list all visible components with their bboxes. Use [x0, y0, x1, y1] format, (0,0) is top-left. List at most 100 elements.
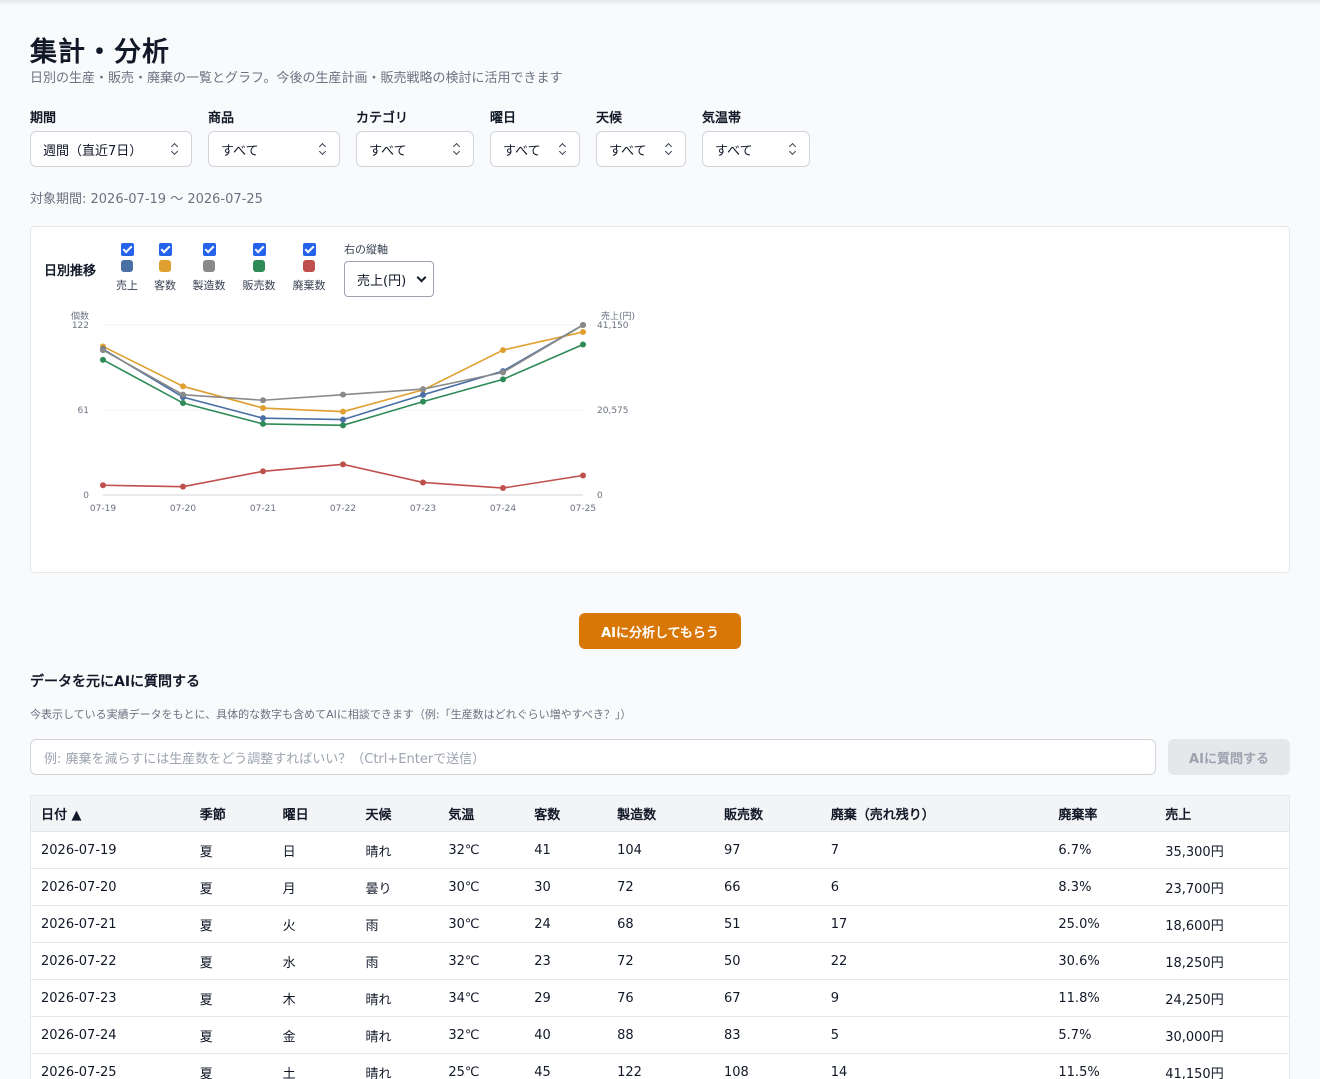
temperature-select-value: すべて [715, 143, 753, 159]
x-axis-tick: 07-25 [570, 504, 596, 514]
data-point [340, 461, 346, 468]
filter-period: 期間 週間（直近7日） [30, 110, 192, 167]
data-point [420, 479, 426, 486]
series-line-4 [102, 463, 584, 489]
column-header[interactable]: 廃棄率 [1048, 804, 1155, 823]
table-cell: 土 [282, 1066, 296, 1079]
weekday-select[interactable]: すべて [490, 131, 580, 167]
data-point [180, 391, 186, 398]
table-cell: 夏 [199, 918, 213, 934]
filter-weekday-label: 曜日 [490, 111, 517, 126]
data-point [500, 376, 506, 383]
table-cell: 11.8% [1058, 990, 1100, 1006]
table-cell: 23 [534, 953, 551, 969]
ai-analyze-button[interactable]: AIに分析してもらう [579, 613, 741, 649]
right-axis-tick: 0 [597, 491, 603, 501]
table-cell: 68 [617, 916, 634, 932]
table-cell: 晴れ [365, 844, 392, 860]
data-point [180, 483, 186, 490]
table-cell: 11.5% [1058, 1064, 1100, 1079]
right-axis-tick: 41,150 [597, 321, 629, 331]
column-header[interactable]: 季節 [190, 804, 273, 823]
data-point [580, 341, 586, 348]
table-cell: 23,700円 [1165, 881, 1224, 897]
weather-select[interactable]: すべて [596, 131, 686, 167]
column-header[interactable]: 製造数 [607, 804, 714, 823]
column-header[interactable]: 天候 [355, 804, 438, 823]
table-cell: 夏 [199, 1066, 213, 1079]
column-header[interactable]: 気温 [438, 804, 524, 823]
sort-date-header[interactable]: 日付 ▲ [31, 804, 190, 823]
table-cell: 50 [723, 953, 741, 969]
product-select[interactable]: すべて [208, 131, 340, 167]
weather-select-value: すべて [609, 143, 647, 159]
data-point [340, 391, 346, 398]
temperature-select[interactable]: すべて [702, 131, 810, 167]
table-cell: 晴れ [365, 1029, 392, 1045]
table-cell: 2026-07-19 [41, 842, 117, 858]
data-point [340, 416, 346, 423]
table-cell: 35,300円 [1165, 844, 1224, 860]
ask-ai-hint: 今表示している実績データをもとに、具体的な数字も含めてAIに相談できます（例:「… [30, 708, 632, 721]
category-select[interactable]: すべて [356, 131, 474, 167]
column-header[interactable]: 売上 [1155, 804, 1289, 823]
table-cell: 2026-07-24 [41, 1027, 117, 1043]
table-cell: 月 [282, 881, 296, 897]
table-cell: 2026-07-23 [41, 990, 117, 1006]
table-cell: 金 [282, 1029, 296, 1045]
table-cell: 108 [723, 1064, 749, 1079]
daily-data-table: 日付 ▲ 季節 曜日 天候 気温 客数 製造数 販売数 廃棄（売れ残り） 廃棄率 売上 2026-0… [30, 795, 1290, 1079]
table-cell: 火 [282, 918, 296, 934]
table-row: 2026-07-19 夏 日 晴れ 32℃ 41 104 97 7 6.7% 35,300円 [31, 832, 1289, 869]
x-axis-tick: 07-19 [90, 504, 116, 514]
data-point [260, 468, 266, 475]
data-point [260, 405, 266, 412]
ask-ai-button[interactable]: AIに質問する [1168, 739, 1290, 775]
data-point [260, 397, 266, 404]
table-cell: 88 [617, 1027, 634, 1043]
ask-ai-title: データを元にAIに質問する [30, 674, 201, 690]
filter-product: 商品 すべて [208, 110, 340, 167]
filter-weather-label: 天候 [596, 111, 623, 126]
column-header[interactable]: 廃棄（売れ残り） [821, 804, 1049, 823]
series-line-0 [102, 324, 584, 421]
filter-temperature: 気温帯 すべて [702, 110, 810, 167]
column-header[interactable]: 客数 [524, 804, 607, 823]
data-point [580, 328, 586, 335]
period-select[interactable]: 週間（直近7日） [30, 131, 192, 167]
table-cell: 32℃ [448, 1027, 480, 1043]
column-header[interactable]: 曜日 [273, 804, 356, 823]
table-row: 2026-07-21 夏 火 雨 30℃ 24 68 51 17 25.0% 18,600円 [31, 906, 1289, 943]
period-select-value: 週間（直近7日） [43, 143, 143, 159]
table-cell: 30 [534, 879, 551, 895]
table-cell: 2026-07-20 [41, 879, 117, 895]
ask-ai-input[interactable]: 例: 廃棄を減らすには生産数をどう調整すればいい？（Ctrl+Enterで送信） [30, 739, 1156, 775]
table-cell: 24 [534, 916, 551, 932]
table-cell: 夏 [199, 881, 213, 897]
table-cell: 曇り [365, 881, 392, 897]
chevron-updown-icon [789, 142, 797, 156]
table-cell: 2026-07-22 [41, 953, 117, 969]
page-title: 集計・分析 [30, 37, 170, 68]
data-point [420, 386, 426, 393]
right-axis-title: 売上(円) [601, 310, 635, 322]
table-cell: 水 [282, 955, 296, 971]
table-cell: 32℃ [448, 953, 480, 969]
table-cell: 40 [534, 1027, 551, 1043]
x-axis-tick: 07-20 [170, 504, 196, 514]
x-axis-tick: 07-24 [490, 504, 516, 514]
table-cell: 72 [617, 879, 634, 895]
table-row: 2026-07-20 夏月曇り 30℃ 30 72 66 6 8.3% 23,700円 [31, 869, 1289, 906]
table-cell: 18,600円 [1165, 918, 1224, 934]
data-point [500, 369, 506, 376]
table-cell: 45 [534, 1064, 551, 1079]
table-cell: 9 [830, 990, 840, 1006]
data-point [420, 398, 426, 405]
right-axis-tick: 20,575 [597, 406, 629, 416]
data-point [180, 400, 186, 407]
page-subtitle: 日別の生産・販売・廃棄の一覧とグラフ。今後の生産計画・販売戦略の検討に活用できま… [30, 71, 563, 86]
data-point [100, 482, 106, 489]
column-header[interactable]: 販売数 [714, 804, 821, 823]
table-cell: 7 [830, 842, 840, 858]
table-cell: 2026-07-21 [41, 916, 117, 932]
